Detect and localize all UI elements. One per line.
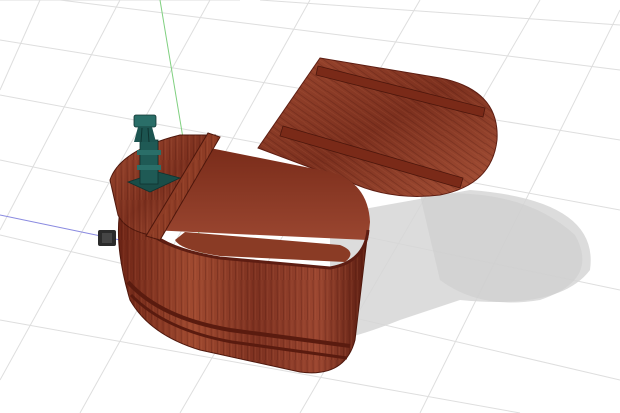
scene-svg bbox=[0, 0, 620, 413]
side-handle bbox=[98, 230, 116, 246]
3d-viewport[interactable] bbox=[0, 0, 620, 413]
